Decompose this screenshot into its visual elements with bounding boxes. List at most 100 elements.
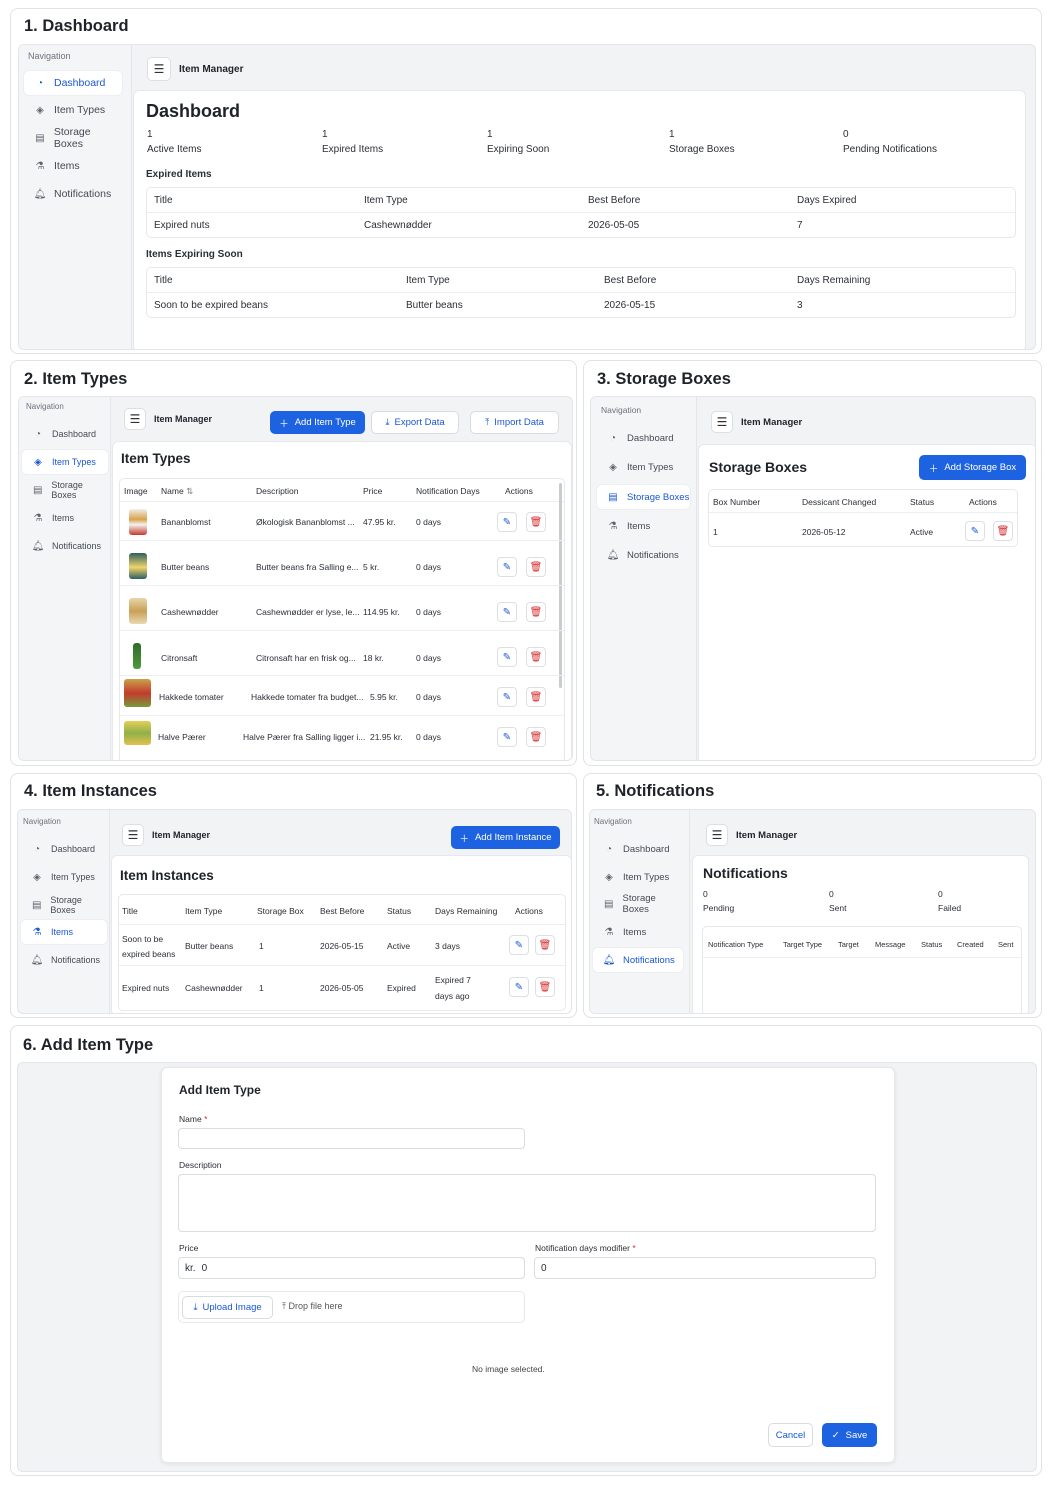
upload-image-button[interactable]: ⤓ Upload Image bbox=[182, 1296, 273, 1319]
hamburger-icon[interactable]: ☰ bbox=[706, 824, 728, 846]
sidebar-item-storage-boxes[interactable]: ▤ Storage Boxes bbox=[21, 893, 107, 917]
sidebar-item-storage-boxes[interactable]: ▤ Storage Boxes bbox=[22, 478, 108, 502]
edit-button[interactable]: ✎ bbox=[497, 647, 517, 667]
table-cell: Soon to be bbox=[122, 934, 164, 944]
sidebar-item-notifications[interactable]: 🔔︎ Notifications bbox=[593, 948, 683, 972]
page-title: Item Instances bbox=[120, 868, 214, 883]
notification-days-input[interactable]: 0 bbox=[534, 1257, 876, 1279]
table-cell: Cashewnødder bbox=[364, 220, 432, 231]
sidebar-item-storage-boxes[interactable]: ▤ Storage Boxes bbox=[593, 892, 683, 916]
delete-button[interactable]: 🗑︎ bbox=[526, 647, 546, 667]
sidebar-item-items[interactable]: ⚗ Items bbox=[597, 514, 690, 538]
cancel-button[interactable]: Cancel bbox=[768, 1423, 813, 1447]
table-cell: 2026-05-15 bbox=[604, 300, 656, 311]
sidebar-item-items[interactable]: ⚗ Items bbox=[21, 920, 107, 944]
trash-icon: 🗑︎ bbox=[529, 516, 543, 528]
sidebar-item-storage-boxes[interactable]: ▤ Storage Boxes bbox=[597, 485, 690, 509]
box-icon: ▤ bbox=[31, 899, 42, 911]
description-textarea[interactable] bbox=[178, 1174, 876, 1232]
hamburger-icon[interactable]: ☰ bbox=[147, 57, 171, 81]
sidebar-item-label: Notifications bbox=[623, 954, 675, 966]
delete-button[interactable]: 🗑︎ bbox=[526, 512, 546, 532]
sidebar-item-label: Notifications bbox=[52, 541, 102, 551]
add-item-instance-button[interactable]: ＋ Add Item Instance bbox=[451, 826, 560, 849]
required-marker: * bbox=[204, 1114, 208, 1124]
table-cell: 0 days bbox=[416, 607, 442, 617]
divider bbox=[120, 630, 564, 631]
delete-button[interactable]: 🗑︎ bbox=[526, 602, 546, 622]
table-cell: 114.95 kr. bbox=[363, 607, 400, 617]
drop-zone[interactable]: ⤒ Drop file here bbox=[282, 1301, 343, 1312]
sidebar-item-item-types[interactable]: ◈ Item Types bbox=[593, 865, 683, 889]
column-header: Item Type bbox=[364, 195, 408, 206]
edit-button[interactable]: ✎ bbox=[965, 521, 985, 541]
edit-button[interactable]: ✎ bbox=[497, 512, 517, 532]
edit-button[interactable]: ✎ bbox=[509, 935, 529, 955]
sidebar-item-storage-boxes[interactable]: ▤ Storage Boxes bbox=[24, 126, 122, 150]
sidebar-item-dashboard[interactable]: ◔ Dashboard bbox=[593, 837, 683, 861]
gauge-icon: ◔ bbox=[605, 843, 613, 855]
column-header-sortable[interactable]: Name ⇅ bbox=[161, 486, 193, 497]
sidebar-item-items[interactable]: ⚗ Items bbox=[24, 154, 122, 178]
item-image bbox=[133, 643, 141, 669]
edit-button[interactable]: ✎ bbox=[497, 687, 517, 707]
price-label: Price bbox=[179, 1243, 199, 1253]
top-bar: ☰ Item Manager bbox=[122, 824, 210, 846]
delete-button[interactable]: 🗑︎ bbox=[526, 687, 546, 707]
sidebar-item-notifications[interactable]: 🔔︎ Notifications bbox=[22, 534, 108, 558]
export-data-button[interactable]: ⤓ Export Data bbox=[371, 411, 459, 434]
sidebar-item-notifications[interactable]: 🔔︎ Notifications bbox=[24, 182, 122, 206]
delete-button[interactable]: 🗑︎ bbox=[535, 977, 555, 997]
stat-label: Sent bbox=[829, 903, 847, 913]
sidebar-item-item-types[interactable]: ◈ Item Types bbox=[597, 455, 690, 479]
edit-button[interactable]: ✎ bbox=[497, 557, 517, 577]
column-header: Storage Box bbox=[257, 906, 304, 916]
table-cell: 5 kr. bbox=[363, 562, 380, 572]
hamburger-icon[interactable]: ☰ bbox=[711, 411, 733, 433]
sidebar-item-dashboard[interactable]: ◔ Dashboard bbox=[597, 426, 690, 450]
table-cell: 1 bbox=[713, 527, 718, 537]
sidebar-item-item-types[interactable]: ◈ Item Types bbox=[24, 98, 122, 122]
add-item-type-button[interactable]: ＋ Add Item Type bbox=[270, 411, 365, 434]
sidebar-item-notifications[interactable]: 🔔︎ Notifications bbox=[597, 543, 690, 567]
delete-button[interactable]: 🗑︎ bbox=[526, 727, 546, 747]
sidebar-item-notifications[interactable]: 🔔︎ Notifications bbox=[21, 948, 107, 972]
sidebar-item-dashboard[interactable]: ◔ Dashboard bbox=[24, 71, 122, 95]
column-header: Notification Days bbox=[416, 486, 480, 496]
page-title: Dashboard bbox=[146, 101, 241, 121]
table-cell: Økologisk Bananblomst ... bbox=[256, 517, 355, 527]
sidebar-item-item-types[interactable]: ◈ Item Types bbox=[22, 450, 108, 474]
price-input[interactable]: kr. 0 bbox=[178, 1257, 525, 1279]
edit-button[interactable]: ✎ bbox=[497, 602, 517, 622]
sidebar-item-item-types[interactable]: ◈ Item Types bbox=[21, 865, 107, 889]
plus-icon: ＋ bbox=[459, 833, 469, 845]
section-title: 1. Dashboard bbox=[24, 17, 129, 35]
sidebar-item-dashboard[interactable]: ◔ Dashboard bbox=[21, 837, 107, 861]
stat-label: Pending Notifications bbox=[843, 144, 937, 155]
item-image bbox=[129, 598, 147, 624]
divider bbox=[120, 540, 564, 541]
sidebar-item-items[interactable]: ⚗ Items bbox=[593, 920, 683, 944]
gauge-icon: ◔ bbox=[36, 77, 44, 89]
edit-button[interactable]: ✎ bbox=[497, 727, 517, 747]
name-input[interactable] bbox=[178, 1128, 525, 1149]
button-label: Add Item Type bbox=[294, 417, 356, 428]
hamburger-icon[interactable]: ☰ bbox=[122, 824, 144, 846]
save-button[interactable]: ✓ Save bbox=[822, 1423, 877, 1447]
edit-button[interactable]: ✎ bbox=[509, 977, 529, 997]
import-data-button[interactable]: ⤒ Import Data bbox=[470, 411, 559, 434]
divider bbox=[147, 292, 1015, 293]
delete-button[interactable]: 🗑︎ bbox=[993, 521, 1013, 541]
add-storage-box-button[interactable]: ＋ Add Storage Box bbox=[919, 455, 1026, 480]
header-label: Name bbox=[161, 486, 184, 496]
delete-button[interactable]: 🗑︎ bbox=[526, 557, 546, 577]
sidebar-item-dashboard[interactable]: ◔ Dashboard bbox=[22, 422, 108, 446]
delete-button[interactable]: 🗑︎ bbox=[535, 935, 555, 955]
column-header: Notification Type bbox=[708, 940, 764, 949]
table-cell: 7 bbox=[797, 220, 803, 231]
stat-value: 1 bbox=[487, 129, 493, 140]
hamburger-icon[interactable]: ☰ bbox=[124, 408, 146, 430]
sidebar-item-items[interactable]: ⚗ Items bbox=[22, 506, 108, 530]
bell-icon: 🔔︎ bbox=[30, 954, 44, 966]
column-header: Description bbox=[256, 486, 299, 496]
